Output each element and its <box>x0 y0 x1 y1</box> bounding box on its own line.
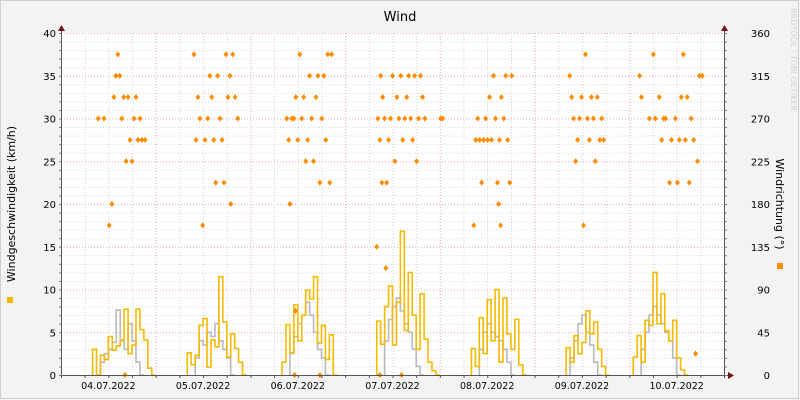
chart-title: Wind <box>384 10 417 25</box>
y2-tick-label: 270 <box>751 115 770 126</box>
x-tick-label: 04.07.2022 <box>81 381 135 392</box>
y-tick-label: 30 <box>43 115 56 126</box>
y-tick-label: 35 <box>43 72 56 83</box>
y-tick-label: 0 <box>50 371 56 382</box>
y-tick-label: 20 <box>43 200 56 211</box>
y-tick-label: 15 <box>43 243 56 254</box>
y-axis-label: Windgeschwindigkeit (km/h) <box>5 126 18 282</box>
legend-direction-swatch <box>777 263 783 269</box>
wind-chart: 0 5 10 15 20 25 30 35 40 0 45 90 135 180 225 270 315 360 0… <box>0 0 800 400</box>
y2-tick-label: 45 <box>757 328 770 339</box>
chart-svg: 0 5 10 15 20 25 30 35 40 0 45 90 135 180 225 270 315 360 0… <box>0 0 799 399</box>
y2-tick-label: 90 <box>757 286 770 297</box>
x-tick-label: 10.07.2022 <box>649 381 703 392</box>
y2-axis-label: Windrichtung (°) <box>773 158 786 249</box>
y2-tick-label: 135 <box>751 243 770 254</box>
y2-tick-label: 225 <box>751 157 770 168</box>
y2-tick-label: 180 <box>751 200 770 211</box>
x-tick-label: 07.07.2022 <box>365 381 419 392</box>
y-tick-label: 10 <box>43 286 56 297</box>
x-tick-label: 06.07.2022 <box>271 381 325 392</box>
legend-speed-swatch <box>7 297 13 303</box>
y-tick-label: 25 <box>43 157 56 168</box>
x-tick-label: 05.07.2022 <box>176 381 230 392</box>
watermark: RRDTOOL / TOBI OETIKER <box>789 8 798 111</box>
x-tick-label: 08.07.2022 <box>460 381 514 392</box>
y2-tick-label: 0 <box>764 371 770 382</box>
y2-tick-label: 315 <box>751 72 770 83</box>
y-tick-label: 40 <box>43 29 56 40</box>
x-tick-label: 09.07.2022 <box>555 381 609 392</box>
y-tick-label: 5 <box>50 328 56 339</box>
y2-tick-label: 360 <box>751 29 770 40</box>
